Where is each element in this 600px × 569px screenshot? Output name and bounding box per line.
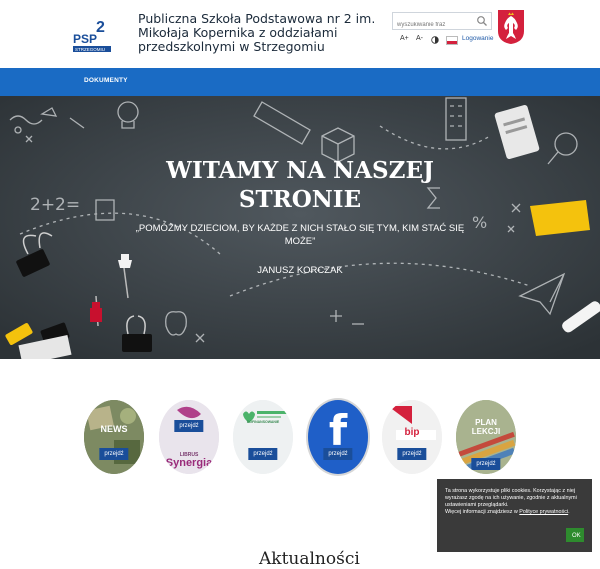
svg-text:%: % [472, 213, 487, 232]
tile-news-label: NEWS [100, 424, 128, 434]
tile-librus-synergia[interactable]: LIBRUS Synergia przejdź [159, 400, 219, 474]
tile-dofinansowanie[interactable]: DOFINANSOWANIE przejdź [233, 400, 293, 474]
tile-news-button[interactable]: przejdź [99, 448, 129, 460]
search-input[interactable] [393, 17, 477, 33]
school-logo[interactable]: PSP 2 STRZEGOMIU [73, 15, 111, 53]
tile-dofinansowanie-button[interactable]: przejdź [248, 448, 278, 460]
login-link[interactable]: Logowanie [462, 35, 493, 42]
polish-emblem-icon [498, 10, 524, 44]
search-icon[interactable] [476, 15, 488, 27]
font-increase-button[interactable]: A+ [400, 35, 409, 42]
tile-bip[interactable]: bip przejdź [382, 400, 442, 474]
tile-dofinansowanie-label: DOFINANSOWANIE [246, 420, 280, 424]
tile-plan-lekcji-button[interactable]: przejdź [471, 458, 501, 470]
polish-flag-icon[interactable] [446, 36, 458, 45]
hero-quote: „POMÓŻMY DZIECIOM, BY KAŻDE Z NICH STAŁO… [135, 223, 465, 247]
quick-links: NEWS przejdź LIBRUS Synergia przejdź DOF… [0, 359, 600, 489]
contrast-icon[interactable] [431, 36, 439, 44]
nav-item-dokumenty[interactable]: DOKUMENTY [84, 77, 128, 84]
school-name: Publiczna Szkoła Podstawowa nr 2 im. Mik… [138, 11, 376, 54]
tile-facebook[interactable]: f przejdź [308, 400, 368, 474]
main-nav: DOKUMENTY [0, 68, 600, 96]
board-equation: 2+2= [30, 195, 80, 215]
hero-author: JANUSZ KORCZAK [257, 265, 343, 276]
hero-title: WITAMY NA NASZEJ STRONIE [166, 157, 434, 213]
logo-number: 2 [96, 19, 105, 36]
tile-bip-button[interactable]: przejdź [397, 448, 427, 460]
tile-plan-lekcji-label: PLAN LEKCJI [471, 418, 501, 436]
cookie-text: Ta strona wykorzystuje pliki cookies. Ko… [445, 488, 577, 508]
news-heading: Aktualności [259, 549, 360, 569]
cookie-more-text: Więcej informacji znajdziesz w [445, 509, 518, 515]
cookie-ok-button[interactable]: OK [566, 528, 584, 542]
font-decrease-button[interactable]: A- [416, 35, 423, 42]
site-header: PSP 2 STRZEGOMIU Publiczna Szkoła Podsta… [0, 0, 600, 68]
tile-facebook-button[interactable]: przejdź [323, 448, 353, 460]
privacy-policy-link[interactable]: Polityce prywatności [519, 509, 568, 515]
tile-plan-lekcji[interactable]: PLAN LEKCJI przejdź [456, 400, 516, 474]
logo-sub: STRZEGOMIU [75, 47, 105, 52]
tile-librus-label: Synergia [165, 457, 213, 469]
search-box [392, 12, 492, 33]
hero-banner: % 2+2= WITAMY NA NASZEJ STRONIE „POMÓŻMY… [0, 96, 600, 359]
tile-news[interactable]: NEWS przejdź [84, 400, 144, 474]
tile-bip-label: bip [404, 427, 420, 438]
logo-text: PSP [73, 32, 97, 46]
cookie-banner: Ta strona wykorzystuje pliki cookies. Ko… [437, 479, 592, 552]
tile-librus-button[interactable]: przejdź [174, 420, 204, 432]
heart-icon [233, 400, 293, 474]
news-image [84, 400, 144, 474]
